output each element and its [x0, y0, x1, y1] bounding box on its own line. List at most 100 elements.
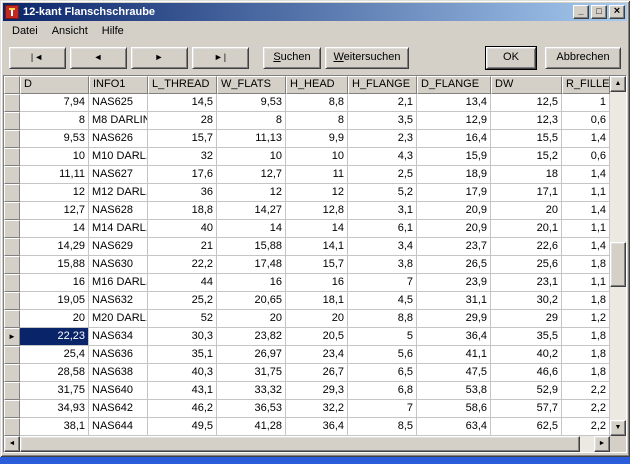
- row-selector[interactable]: ►: [4, 328, 20, 346]
- ok-button[interactable]: OK: [486, 47, 536, 69]
- grid-cell[interactable]: 40: [148, 220, 217, 238]
- grid-cell[interactable]: 8: [20, 112, 89, 130]
- grid-cell[interactable]: 11: [286, 166, 348, 184]
- row-selector[interactable]: [4, 166, 20, 184]
- grid-cell[interactable]: 1,4: [562, 166, 610, 184]
- grid-cell[interactable]: M8 DARLING: [89, 112, 148, 130]
- grid-cell[interactable]: 15,5: [491, 130, 562, 148]
- grid-cell[interactable]: 8: [217, 112, 286, 130]
- grid-cell[interactable]: 4,5: [348, 292, 417, 310]
- grid-cell[interactable]: 52: [148, 310, 217, 328]
- grid-cell[interactable]: 34,93: [20, 400, 89, 418]
- grid-cell[interactable]: 23,1: [491, 274, 562, 292]
- vertical-scroll-thumb[interactable]: [610, 242, 626, 287]
- grid-cell[interactable]: 20: [217, 310, 286, 328]
- grid-cell[interactable]: 9,53: [217, 94, 286, 112]
- grid-cell[interactable]: 8,5: [348, 418, 417, 436]
- grid-cell[interactable]: 2,2: [562, 418, 610, 436]
- row-selector[interactable]: [4, 364, 20, 382]
- scroll-up-button[interactable]: ▲: [610, 76, 626, 92]
- grid-cell[interactable]: 12: [20, 184, 89, 202]
- vertical-scrollbar[interactable]: ▲ ▼: [610, 76, 626, 436]
- grid-cell[interactable]: 14: [20, 220, 89, 238]
- grid-cell[interactable]: NAS634: [89, 328, 148, 346]
- grid-cell[interactable]: 23,82: [217, 328, 286, 346]
- grid-cell[interactable]: 31,75: [20, 382, 89, 400]
- grid-cell[interactable]: 31,1: [417, 292, 491, 310]
- grid-cell[interactable]: 31,75: [217, 364, 286, 382]
- grid-cell[interactable]: M10 DARL.: [89, 148, 148, 166]
- column-header-H_FLANGE[interactable]: H_FLANGE: [348, 76, 417, 94]
- grid-cell[interactable]: 23,4: [286, 346, 348, 364]
- column-header-H_HEAD[interactable]: H_HEAD: [286, 76, 348, 94]
- vertical-scroll-track[interactable]: [610, 92, 626, 420]
- menu-item-datei[interactable]: Datei: [5, 22, 45, 40]
- row-selector[interactable]: [4, 220, 20, 238]
- grid-cell[interactable]: 9,53: [20, 130, 89, 148]
- column-header-DW[interactable]: DW: [491, 76, 562, 94]
- grid-cell[interactable]: 8,8: [348, 310, 417, 328]
- grid-cell[interactable]: 1: [562, 94, 610, 112]
- grid-cell[interactable]: 5,2: [348, 184, 417, 202]
- grid-cell[interactable]: 36,53: [217, 400, 286, 418]
- grid-cell[interactable]: 44: [148, 274, 217, 292]
- grid-cell[interactable]: 19,05: [20, 292, 89, 310]
- row-selector[interactable]: [4, 184, 20, 202]
- next-record-button[interactable]: ►: [131, 47, 188, 69]
- grid-cell[interactable]: 23,7: [417, 238, 491, 256]
- grid-cell[interactable]: 11,13: [217, 130, 286, 148]
- grid-cell[interactable]: 15,7: [148, 130, 217, 148]
- grid-cell[interactable]: 3,5: [348, 112, 417, 130]
- grid-cell[interactable]: 15,2: [491, 148, 562, 166]
- grid-cell[interactable]: 49,5: [148, 418, 217, 436]
- grid-cell[interactable]: NAS629: [89, 238, 148, 256]
- grid-cell[interactable]: 46,2: [148, 400, 217, 418]
- grid-cell[interactable]: 5: [348, 328, 417, 346]
- grid-cell[interactable]: 14: [217, 220, 286, 238]
- grid-cell[interactable]: 28: [148, 112, 217, 130]
- grid-cell[interactable]: 46,6: [491, 364, 562, 382]
- row-selector[interactable]: [4, 400, 20, 418]
- grid-cell[interactable]: NAS640: [89, 382, 148, 400]
- grid-cell[interactable]: NAS636: [89, 346, 148, 364]
- grid-cell[interactable]: 30,3: [148, 328, 217, 346]
- row-selector[interactable]: [4, 148, 20, 166]
- grid-cell[interactable]: 1,4: [562, 130, 610, 148]
- first-record-button[interactable]: |◄: [9, 47, 66, 69]
- column-header-W_FLATS[interactable]: W_FLATS: [217, 76, 286, 94]
- grid-cell[interactable]: 41,1: [417, 346, 491, 364]
- scroll-right-button[interactable]: ►: [594, 436, 610, 452]
- grid-cell[interactable]: 1,8: [562, 256, 610, 274]
- grid-cell[interactable]: 21: [148, 238, 217, 256]
- grid-cell[interactable]: 12: [217, 184, 286, 202]
- grid-cell[interactable]: 32,2: [286, 400, 348, 418]
- grid-cell[interactable]: 29,9: [417, 310, 491, 328]
- grid-cell[interactable]: 18,9: [417, 166, 491, 184]
- grid-cell[interactable]: 32: [148, 148, 217, 166]
- grid-cell[interactable]: 17,6: [148, 166, 217, 184]
- row-selector[interactable]: [4, 238, 20, 256]
- grid-cell[interactable]: 25,2: [148, 292, 217, 310]
- grid-cell[interactable]: 0,6: [562, 148, 610, 166]
- grid-cell[interactable]: 16,4: [417, 130, 491, 148]
- grid-cell[interactable]: 20,1: [491, 220, 562, 238]
- row-selector-header[interactable]: [4, 76, 20, 94]
- grid-cell[interactable]: 1,4: [562, 238, 610, 256]
- grid-cell[interactable]: 20,9: [417, 220, 491, 238]
- menu-item-ansicht[interactable]: Ansicht: [45, 22, 95, 40]
- grid-cell[interactable]: 2,3: [348, 130, 417, 148]
- grid-cell[interactable]: 20,5: [286, 328, 348, 346]
- grid-cell[interactable]: 35,5: [491, 328, 562, 346]
- grid-cell[interactable]: 18,1: [286, 292, 348, 310]
- grid-cell[interactable]: 26,97: [217, 346, 286, 364]
- grid-cell[interactable]: NAS625: [89, 94, 148, 112]
- grid-cell[interactable]: NAS638: [89, 364, 148, 382]
- grid-cell[interactable]: M12 DARL.: [89, 184, 148, 202]
- grid-cell[interactable]: NAS642: [89, 400, 148, 418]
- grid-cell[interactable]: 26,7: [286, 364, 348, 382]
- grid-cell[interactable]: 1,1: [562, 274, 610, 292]
- grid-cell[interactable]: 29: [491, 310, 562, 328]
- row-selector[interactable]: [4, 274, 20, 292]
- grid-cell[interactable]: 20: [286, 310, 348, 328]
- grid-cell[interactable]: 36: [148, 184, 217, 202]
